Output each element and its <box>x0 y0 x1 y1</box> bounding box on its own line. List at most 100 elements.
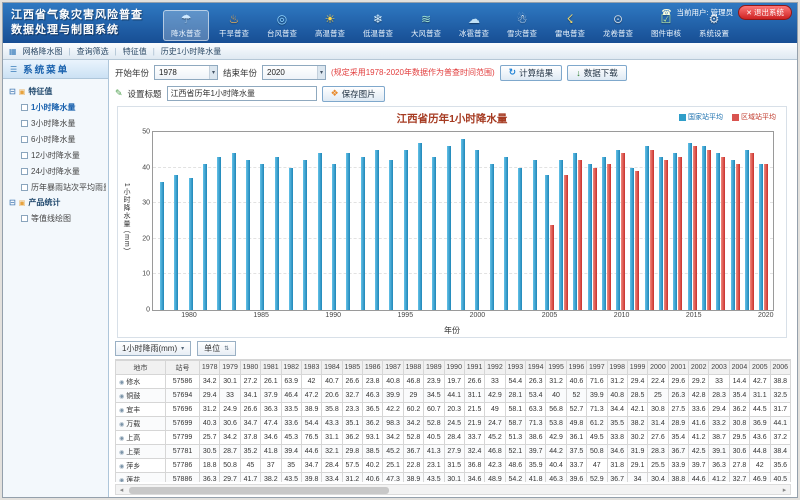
sidebar-item-6小时降水量[interactable]: 6小时降水量 <box>5 131 106 147</box>
city-cell[interactable]: ◉莲花 <box>116 473 166 483</box>
scrollbar-thumb[interactable] <box>129 487 389 494</box>
table-header-cell[interactable]: 2005 <box>750 361 770 375</box>
table-header-cell[interactable]: 1981 <box>261 361 281 375</box>
sidebar-item-24小时降水量[interactable]: 24小时降水量 <box>5 163 106 179</box>
chart-title-input[interactable] <box>167 86 317 101</box>
bar-national <box>318 153 322 310</box>
station-radio-icon[interactable]: ◉ <box>119 464 124 470</box>
table-header-cell[interactable]: 2002 <box>689 361 709 375</box>
sidebar-group-产品统计[interactable]: ⊟▣产品统计 <box>5 195 106 210</box>
start-year-select[interactable]: 1978▾ <box>154 65 218 80</box>
sidebar-group-特征值[interactable]: ⊟▣特征值 <box>5 84 106 99</box>
end-year-select[interactable]: 2020▾ <box>262 65 326 80</box>
top-menu-cold-survey[interactable]: ❄低温普查 <box>355 10 401 41</box>
top-menu-tornado-survey[interactable]: ⊙龙卷普查 <box>595 10 641 41</box>
table-row[interactable]: ◉宜丰5769631.224.926.636.333.538.935.823.3… <box>116 403 791 417</box>
top-menu-drought-survey[interactable]: ♨干旱普查 <box>211 10 257 41</box>
checkbox-icon[interactable] <box>21 184 28 191</box>
top-menu-typhoon-survey[interactable]: ◎台风普查 <box>259 10 305 41</box>
table-header-cell[interactable]: 1986 <box>363 361 383 375</box>
table-header-cell[interactable]: 1980 <box>240 361 260 375</box>
unit-dropdown[interactable]: 1小时降雨(mm)▾ <box>115 341 191 356</box>
table-row[interactable]: ◉铜鼓5769429.43334.137.946.447.220.632.746… <box>116 389 791 403</box>
table-header-cell[interactable]: 1989 <box>424 361 444 375</box>
station-radio-icon[interactable]: ◉ <box>119 380 124 386</box>
toolbar-item-history-1h[interactable]: 历史1小时降水量 <box>161 46 221 57</box>
table-header-cell[interactable]: 1988 <box>403 361 423 375</box>
table-header-cell[interactable]: 2001 <box>668 361 688 375</box>
toolbar-item-grid-precip[interactable]: 网格降水图 <box>23 46 63 57</box>
table-header-cell[interactable]: 1978 <box>200 361 220 375</box>
horizontal-scrollbar[interactable]: ◂ ▸ <box>115 484 791 495</box>
sidebar-item-3小时降水量[interactable]: 3小时降水量 <box>5 115 106 131</box>
checkbox-icon[interactable] <box>21 136 28 143</box>
scroll-left-icon[interactable]: ◂ <box>116 486 127 494</box>
checkbox-icon[interactable] <box>21 168 28 175</box>
table-header-cell[interactable]: 1995 <box>546 361 566 375</box>
city-cell[interactable]: ◉上栗 <box>116 445 166 459</box>
top-menu-wind-survey[interactable]: ≋大风普查 <box>403 10 449 41</box>
save-image-button[interactable]: ❖保存图片 <box>322 86 385 102</box>
table-header-cell[interactable]: 1984 <box>322 361 342 375</box>
station-radio-icon[interactable]: ◉ <box>119 478 124 483</box>
toolbar-item-query-filter[interactable]: 查询筛选 <box>77 46 109 57</box>
table-header-cell[interactable]: 2004 <box>729 361 749 375</box>
logout-button[interactable]: ✕退出系统 <box>738 5 792 20</box>
table-row[interactable]: ◉上高5779925.734.237.834.645.376.531.136.2… <box>116 431 791 445</box>
table-header-cell[interactable]: 1994 <box>526 361 546 375</box>
table-header-cell[interactable]: 1979 <box>220 361 240 375</box>
sort-dropdown[interactable]: 单位⇅ <box>197 341 236 356</box>
table-header-cell[interactable]: 1982 <box>281 361 301 375</box>
table-header-cell[interactable]: 1997 <box>587 361 607 375</box>
city-cell[interactable]: ◉铜鼓 <box>116 389 166 403</box>
sidebar-item-12小时降水量[interactable]: 12小时降水量 <box>5 147 106 163</box>
scrollbar-track[interactable] <box>127 485 779 494</box>
table-header-cell[interactable]: 站号 <box>166 361 200 375</box>
station-radio-icon[interactable]: ◉ <box>119 436 124 442</box>
top-menu-hail-survey[interactable]: ☁冰雹普查 <box>451 10 497 41</box>
top-menu-snow-survey[interactable]: ☃雪灾普查 <box>499 10 545 41</box>
checkbox-icon[interactable] <box>21 120 28 127</box>
sidebar-item-1小时降水量[interactable]: 1小时降水量 <box>5 99 106 115</box>
table-header-cell[interactable]: 2003 <box>709 361 729 375</box>
table-header-cell[interactable]: 1996 <box>566 361 586 375</box>
sidebar-item-历年暴雨站次平均雨量[interactable]: 历年暴雨站次平均雨量 <box>5 179 106 195</box>
table-header-cell[interactable]: 1992 <box>485 361 505 375</box>
table-header-cell[interactable]: 1991 <box>464 361 484 375</box>
scroll-right-icon[interactable]: ▸ <box>779 486 790 494</box>
calculate-button[interactable]: ↻计算结果 <box>500 65 563 81</box>
table-row[interactable]: ◉万载5769940.330.634.747.433.654.443.335.1… <box>116 417 791 431</box>
station-radio-icon[interactable]: ◉ <box>119 394 124 400</box>
toolbar-item-feature-value[interactable]: 特征值 <box>123 46 147 57</box>
top-menu-heat-survey[interactable]: ☀高温普查 <box>307 10 353 41</box>
city-cell[interactable]: ◉上高 <box>116 431 166 445</box>
download-button[interactable]: ↓数据下载 <box>567 65 627 81</box>
city-cell[interactable]: ◉萍乡 <box>116 459 166 473</box>
table-header-cell[interactable]: 1985 <box>342 361 362 375</box>
city-cell[interactable]: ◉宜丰 <box>116 403 166 417</box>
table-row[interactable]: ◉萍乡5778618.850.845373534.728.457.540.225… <box>116 459 791 473</box>
table-row[interactable]: ◉莲花5788636.329.741.738.243.539.833.431.2… <box>116 473 791 483</box>
table-header-cell[interactable]: 1990 <box>444 361 464 375</box>
checkbox-icon[interactable] <box>21 152 28 159</box>
table-header-cell[interactable]: 1983 <box>301 361 321 375</box>
table-header-cell[interactable]: 1987 <box>383 361 403 375</box>
table-header-cell[interactable]: 1993 <box>505 361 525 375</box>
table-row[interactable]: ◉修水5758634.230.127.226.163.94240.726.623… <box>116 375 791 389</box>
table-row[interactable]: ◉上栗5778130.528.735.241.839.444.632.129.8… <box>116 445 791 459</box>
sidebar-item-等值线绘图[interactable]: 等值线绘图 <box>5 210 106 226</box>
top-menu-lightning-survey[interactable]: ☇雷电普查 <box>547 10 593 41</box>
table-header-cell[interactable]: 地市 <box>116 361 166 375</box>
table-header-cell[interactable]: 1999 <box>627 361 647 375</box>
checkbox-icon[interactable] <box>21 215 28 222</box>
city-cell[interactable]: ◉万载 <box>116 417 166 431</box>
checkbox-icon[interactable] <box>21 104 28 111</box>
city-cell[interactable]: ◉修水 <box>116 375 166 389</box>
table-header-cell[interactable]: 2000 <box>648 361 668 375</box>
top-menu-rain-survey[interactable]: ☂降水普查 <box>163 10 209 41</box>
table-header-cell[interactable]: 1998 <box>607 361 627 375</box>
station-radio-icon[interactable]: ◉ <box>119 450 124 456</box>
station-radio-icon[interactable]: ◉ <box>119 422 124 428</box>
table-header-cell[interactable]: 2006 <box>770 361 791 375</box>
station-radio-icon[interactable]: ◉ <box>119 408 124 414</box>
